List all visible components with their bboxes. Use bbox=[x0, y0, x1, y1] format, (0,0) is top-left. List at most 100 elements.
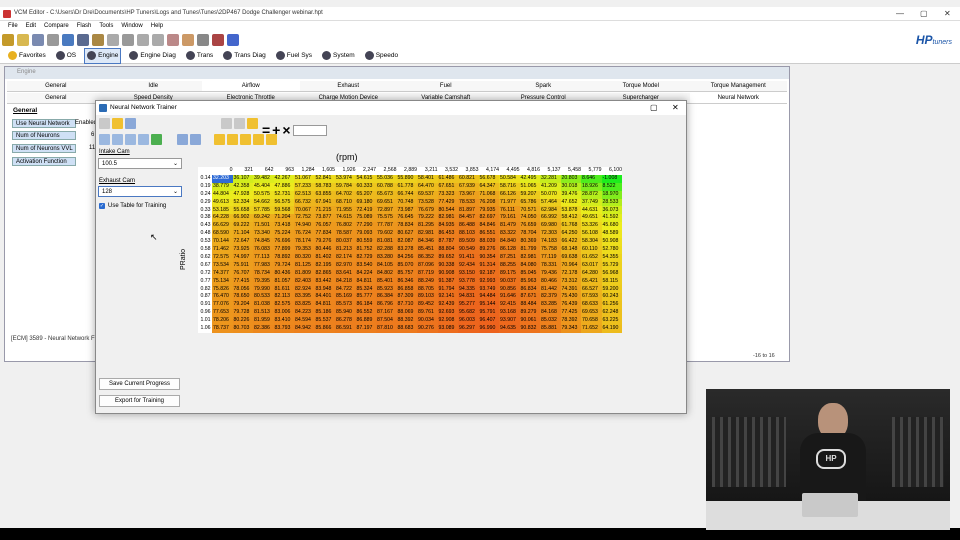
table-cell[interactable]: 81.513 bbox=[253, 309, 274, 317]
tab-neural-network[interactable]: Neural Network bbox=[689, 93, 787, 103]
table-cell[interactable]: 95.791 bbox=[478, 309, 499, 317]
table-cell[interactable]: 69.980 bbox=[540, 222, 561, 231]
menu-compare[interactable]: Compare bbox=[44, 21, 69, 32]
table-cell[interactable]: 49.651 bbox=[581, 214, 602, 223]
table-cell[interactable]: 55.890 bbox=[396, 174, 417, 183]
table-cell[interactable]: 69.180 bbox=[355, 198, 376, 207]
table-cell[interactable]: 59.207 bbox=[519, 190, 540, 199]
table-cell[interactable]: 80.226 bbox=[232, 316, 253, 325]
table-cell[interactable]: 78.206 bbox=[212, 316, 233, 325]
table-cell[interactable]: 91.314 bbox=[478, 261, 499, 270]
grid2-icon[interactable] bbox=[152, 34, 164, 46]
table-cell[interactable]: 81.442 bbox=[540, 285, 561, 294]
table-cell[interactable]: 77.787 bbox=[376, 222, 397, 231]
view-table-icon[interactable] bbox=[99, 134, 110, 145]
table-cell[interactable]: 76.208 bbox=[478, 198, 499, 207]
table-cell[interactable]: 78.650 bbox=[232, 293, 253, 302]
table-cell[interactable]: 64.702 bbox=[335, 190, 356, 199]
table-cell[interactable]: 84.256 bbox=[396, 253, 417, 262]
table-cell[interactable]: 86.552 bbox=[355, 309, 376, 317]
table-cell[interactable]: 66.992 bbox=[540, 214, 561, 223]
write-icon[interactable] bbox=[77, 34, 89, 46]
table-cell[interactable]: 36.073 bbox=[601, 206, 622, 215]
table-cell[interactable]: 54.662 bbox=[253, 198, 274, 207]
table-cell[interactable]: 72.647 bbox=[232, 238, 253, 246]
table-cell[interactable]: 85.757 bbox=[396, 269, 417, 278]
table-cell[interactable]: 86.551 bbox=[478, 230, 499, 239]
module-system[interactable]: System bbox=[320, 49, 357, 63]
table-cell[interactable]: 84.401 bbox=[314, 293, 335, 302]
table-cell[interactable]: 82.729 bbox=[355, 253, 376, 262]
table-cell[interactable]: 66.629 bbox=[212, 222, 233, 231]
table-cell[interactable]: 83.322 bbox=[499, 230, 520, 239]
table-cell[interactable]: 81.081 bbox=[376, 238, 397, 246]
table-cell[interactable]: 64.470 bbox=[417, 182, 438, 191]
table-cell[interactable]: 81.959 bbox=[253, 316, 274, 325]
table-cell[interactable]: 89.103 bbox=[417, 293, 438, 302]
table-cell[interactable]: 84.594 bbox=[294, 316, 315, 325]
table-cell[interactable]: 42.495 bbox=[519, 174, 540, 183]
table-cell[interactable]: 72.575 bbox=[212, 253, 233, 262]
table-cell[interactable]: 94.831 bbox=[458, 293, 479, 302]
table-cell[interactable]: 73.967 bbox=[458, 190, 479, 199]
table-cell[interactable]: 69.537 bbox=[417, 190, 438, 199]
undo-icon[interactable] bbox=[221, 118, 232, 129]
table-cell[interactable]: 84.168 bbox=[540, 309, 561, 317]
table-cell[interactable]: 72.303 bbox=[540, 230, 561, 239]
table-cell[interactable]: -1.008 bbox=[601, 174, 622, 183]
table-cell[interactable]: 78.704 bbox=[519, 230, 540, 239]
table-cell[interactable]: 61.486 bbox=[437, 174, 458, 183]
table-cell[interactable]: 87.251 bbox=[499, 253, 520, 262]
select-icon[interactable] bbox=[265, 134, 277, 145]
table-cell[interactable]: 77.425 bbox=[560, 309, 581, 317]
table-cell[interactable]: 82.113 bbox=[273, 293, 294, 302]
fill-right-icon[interactable] bbox=[226, 134, 238, 145]
table-cell[interactable]: 77.983 bbox=[253, 261, 274, 270]
table-cell[interactable]: 77.076 bbox=[212, 301, 233, 310]
table-cell[interactable]: 45.404 bbox=[253, 182, 274, 191]
neural-network-table[interactable]: 0 321 642 963 1,284 1,605 1,926 2,247 2,568 2,889… bbox=[198, 167, 622, 333]
table-cell[interactable]: 55.036 bbox=[376, 174, 397, 183]
table-cell[interactable]: 56.968 bbox=[601, 269, 622, 278]
table-cell[interactable]: 36.107 bbox=[232, 174, 253, 183]
table-cell[interactable]: 85.940 bbox=[335, 309, 356, 317]
table-cell[interactable]: 84.224 bbox=[355, 269, 376, 278]
table-cell[interactable]: 88.392 bbox=[396, 316, 417, 325]
table-cell[interactable]: 75.758 bbox=[540, 245, 561, 254]
table-cell[interactable]: 60.110 bbox=[581, 245, 602, 254]
table-cell[interactable]: 70.144 bbox=[212, 238, 233, 246]
table-cell[interactable]: 63.017 bbox=[581, 261, 602, 270]
table-cell[interactable]: 71.104 bbox=[232, 230, 253, 239]
table-cell[interactable]: 86.889 bbox=[355, 316, 376, 325]
table-cell[interactable]: 65.207 bbox=[355, 190, 376, 199]
table-cell[interactable]: 80.466 bbox=[540, 277, 561, 286]
table-cell[interactable]: 84.846 bbox=[478, 222, 499, 231]
read-icon[interactable] bbox=[62, 34, 74, 46]
table-cell[interactable]: 30.018 bbox=[560, 182, 581, 191]
intake-cam-dropdown[interactable]: 100.5 ⌄ bbox=[98, 158, 182, 169]
table-cell[interactable]: 80.627 bbox=[396, 230, 417, 239]
table-cell[interactable]: 75.911 bbox=[232, 261, 253, 270]
table-cell[interactable]: 55.658 bbox=[232, 206, 253, 215]
table-cell[interactable]: 75.134 bbox=[212, 277, 233, 286]
table-cell[interactable]: 89.652 bbox=[437, 253, 458, 262]
table-cell[interactable]: 71.204 bbox=[273, 214, 294, 223]
table-cell[interactable]: 67.941 bbox=[314, 198, 335, 207]
table-cell[interactable]: 42.267 bbox=[273, 174, 294, 183]
table-cell[interactable]: 81.295 bbox=[417, 222, 438, 231]
table-cell[interactable]: 64.280 bbox=[581, 269, 602, 278]
tab-exhaust[interactable]: Exhaust bbox=[300, 81, 398, 91]
table-cell[interactable]: 82.379 bbox=[540, 293, 561, 302]
table-cell[interactable]: 93.778 bbox=[458, 277, 479, 286]
table-cell[interactable]: 82.087 bbox=[396, 238, 417, 246]
table-cell[interactable]: 79.161 bbox=[499, 214, 520, 223]
new-file-icon[interactable] bbox=[99, 118, 110, 129]
table-cell[interactable]: 41.592 bbox=[601, 214, 622, 223]
table-cell[interactable]: 77.119 bbox=[540, 253, 561, 262]
table-cell[interactable]: 56.108 bbox=[581, 230, 602, 239]
maximize-icon[interactable]: ▢ bbox=[920, 9, 928, 18]
table-cell[interactable]: 44.631 bbox=[581, 206, 602, 215]
table-cell[interactable]: 70.748 bbox=[396, 198, 417, 207]
table-cell[interactable]: 38.779 bbox=[212, 182, 233, 191]
table-cell[interactable]: 28.872 bbox=[581, 190, 602, 199]
